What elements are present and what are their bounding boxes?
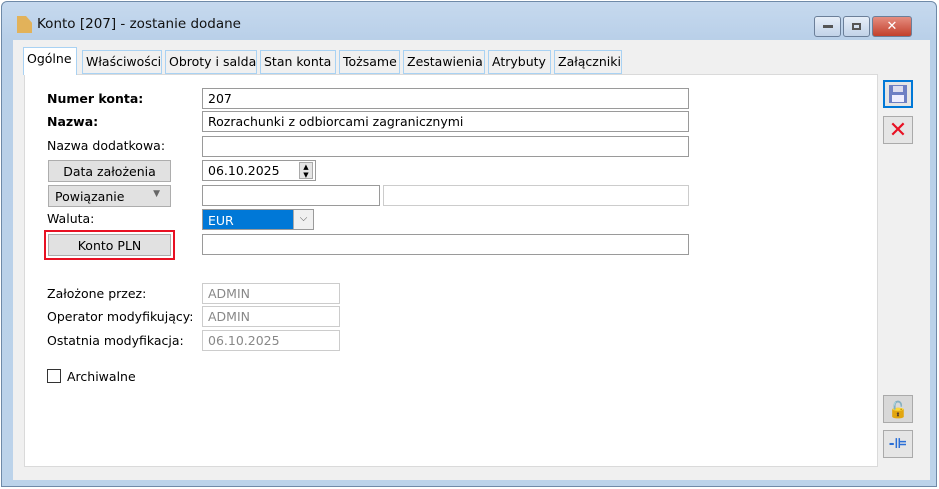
lock-button[interactable]: 🔓 xyxy=(883,395,913,423)
save-icon xyxy=(889,85,907,103)
archiwalne-label: Archiwalne xyxy=(67,369,136,384)
powiazanie-button[interactable]: Powiązanie ▼ xyxy=(48,185,171,207)
ostatnia-modyfikacja-label: Ostatnia modyfikacja: xyxy=(47,333,184,348)
ostatnia-modyfikacja-value: 06.10.2025 xyxy=(202,330,340,351)
tab-ogolne[interactable]: Ogólne xyxy=(23,47,77,75)
konto-pln-button[interactable]: Konto PLN xyxy=(48,234,171,256)
maximize-button[interactable] xyxy=(843,16,870,37)
date-spinner[interactable]: ▲ ▼ xyxy=(299,162,313,179)
tab-tozsame[interactable]: Tożsame xyxy=(339,50,400,74)
zalozone-przez-label: Założone przez: xyxy=(47,286,147,301)
close-icon: ✕ xyxy=(888,117,908,143)
window-title: Konto [207] - zostanie dodane xyxy=(37,16,241,32)
pin-icon: -⊫ xyxy=(888,436,908,452)
tab-zalaczniki[interactable]: Załączniki xyxy=(554,50,622,74)
nazwa-input[interactable]: Rozrachunki z odbiorcami zagranicznymi xyxy=(202,111,689,132)
tab-atrybuty[interactable]: Atrybuty xyxy=(488,50,551,74)
numer-konta-input[interactable]: 207 xyxy=(202,88,689,109)
close-button[interactable]: ✕ xyxy=(872,16,912,37)
general-panel: Numer konta: 207 Nazwa: Rozrachunki z od… xyxy=(24,74,878,467)
tab-stan-konta[interactable]: Stan konta xyxy=(260,50,336,74)
tab-wlasciwosci[interactable]: Właściwości xyxy=(82,50,162,74)
waluta-select[interactable]: EUR ⌵ xyxy=(202,209,314,230)
powiazanie-label: Powiązanie xyxy=(55,189,125,204)
waluta-value: EUR xyxy=(208,213,234,228)
cancel-button[interactable]: ✕ xyxy=(883,116,913,144)
archiwalne-checkbox[interactable] xyxy=(47,369,61,383)
powiazanie-input[interactable] xyxy=(202,185,380,206)
powiazanie-description xyxy=(383,185,689,206)
tab-obroty-i-salda[interactable]: Obroty i salda xyxy=(165,50,257,74)
operator-value: ADMIN xyxy=(202,306,340,327)
nazwa-dodatkowa-input[interactable] xyxy=(202,136,689,157)
minimize-button[interactable] xyxy=(814,16,841,37)
konto-pln-input[interactable] xyxy=(202,234,689,255)
dropdown-arrow-icon: ▼ xyxy=(153,189,160,199)
chevron-down-icon[interactable]: ⌵ xyxy=(293,210,313,229)
nazwa-dodatkowa-label: Nazwa dodatkowa: xyxy=(47,138,166,153)
operator-label: Operator modyfikujący: xyxy=(47,309,194,324)
window: Konto [207] - zostanie dodane ✕ Ogólne W… xyxy=(1,1,937,487)
save-button[interactable] xyxy=(883,80,913,108)
numer-konta-label: Numer konta: xyxy=(47,91,144,106)
data-zalozenia-button[interactable]: Data założenia xyxy=(48,160,171,182)
pin-button[interactable]: -⊫ xyxy=(883,430,913,458)
nazwa-label: Nazwa: xyxy=(47,114,99,129)
unlock-icon: 🔓 xyxy=(888,399,908,419)
document-icon xyxy=(17,16,32,33)
waluta-label: Waluta: xyxy=(47,211,95,226)
zalozone-przez-value: ADMIN xyxy=(202,283,340,304)
tab-zestawienia[interactable]: Zestawienia xyxy=(403,50,485,74)
window-body: Ogólne Właściwości Obroty i salda Stan k… xyxy=(13,40,930,480)
